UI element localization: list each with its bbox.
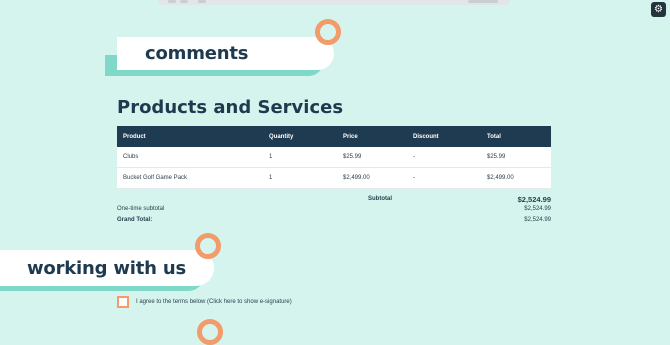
product-discount: - — [407, 167, 481, 189]
table-row: Clubs 1 $25.99 - $25.99 — [117, 147, 551, 168]
subtotal-label: Subtotal — [368, 196, 392, 202]
products-table: Product Quantity Price Discount Total Cl… — [117, 126, 551, 189]
one-time-subtotal-label: One-time subtotal — [117, 206, 165, 212]
hubspot-sprocket-icon[interactable]: ⚙ — [651, 2, 666, 17]
toolbar-control[interactable] — [168, 0, 176, 3]
agree-checkbox[interactable] — [117, 296, 129, 308]
product-total: $25.99 — [481, 147, 551, 168]
working-title: working with us — [27, 257, 186, 279]
column-header-quantity: Quantity — [263, 126, 337, 147]
grand-total-label: Grand Total: — [117, 217, 153, 223]
column-header-discount: Discount — [407, 126, 481, 147]
document-toolbar — [158, 0, 510, 5]
product-name: Clubs — [117, 147, 263, 168]
working-banner: working with us — [0, 250, 214, 286]
product-price: $2,499.00 — [337, 167, 407, 189]
toolbar-control[interactable] — [198, 0, 206, 3]
product-quantity: 1 — [263, 147, 337, 168]
grand-total-value: $2,524.99 — [524, 217, 551, 223]
product-name: Bucket Golf Game Pack — [117, 167, 263, 189]
column-header-total: Total — [481, 126, 551, 147]
decorative-ring-icon — [197, 319, 223, 345]
column-header-price: Price — [337, 126, 407, 147]
product-total: $2,499.00 — [481, 167, 551, 189]
product-price: $25.99 — [337, 147, 407, 168]
toolbar-control[interactable] — [180, 0, 188, 3]
comments-banner: comments — [117, 37, 334, 70]
terms-agreement[interactable]: I agree to the terms below (Click here t… — [117, 296, 292, 308]
toolbar-control[interactable] — [468, 0, 498, 3]
subtotal-value: $2,524.99 — [517, 195, 551, 204]
table-header-row: Product Quantity Price Discount Total — [117, 126, 551, 147]
product-quantity: 1 — [263, 167, 337, 189]
product-discount: - — [407, 147, 481, 168]
agree-label[interactable]: I agree to the terms below (Click here t… — [136, 299, 292, 305]
comments-title: comments — [145, 43, 249, 64]
column-header-product: Product — [117, 126, 263, 147]
decorative-ring-icon — [315, 19, 341, 45]
table-row: Bucket Golf Game Pack 1 $2,499.00 - $2,4… — [117, 167, 551, 189]
decorative-ring-icon — [195, 233, 221, 259]
section-title: Products and Services — [117, 97, 344, 118]
one-time-subtotal-value: $2,524.99 — [524, 206, 551, 212]
